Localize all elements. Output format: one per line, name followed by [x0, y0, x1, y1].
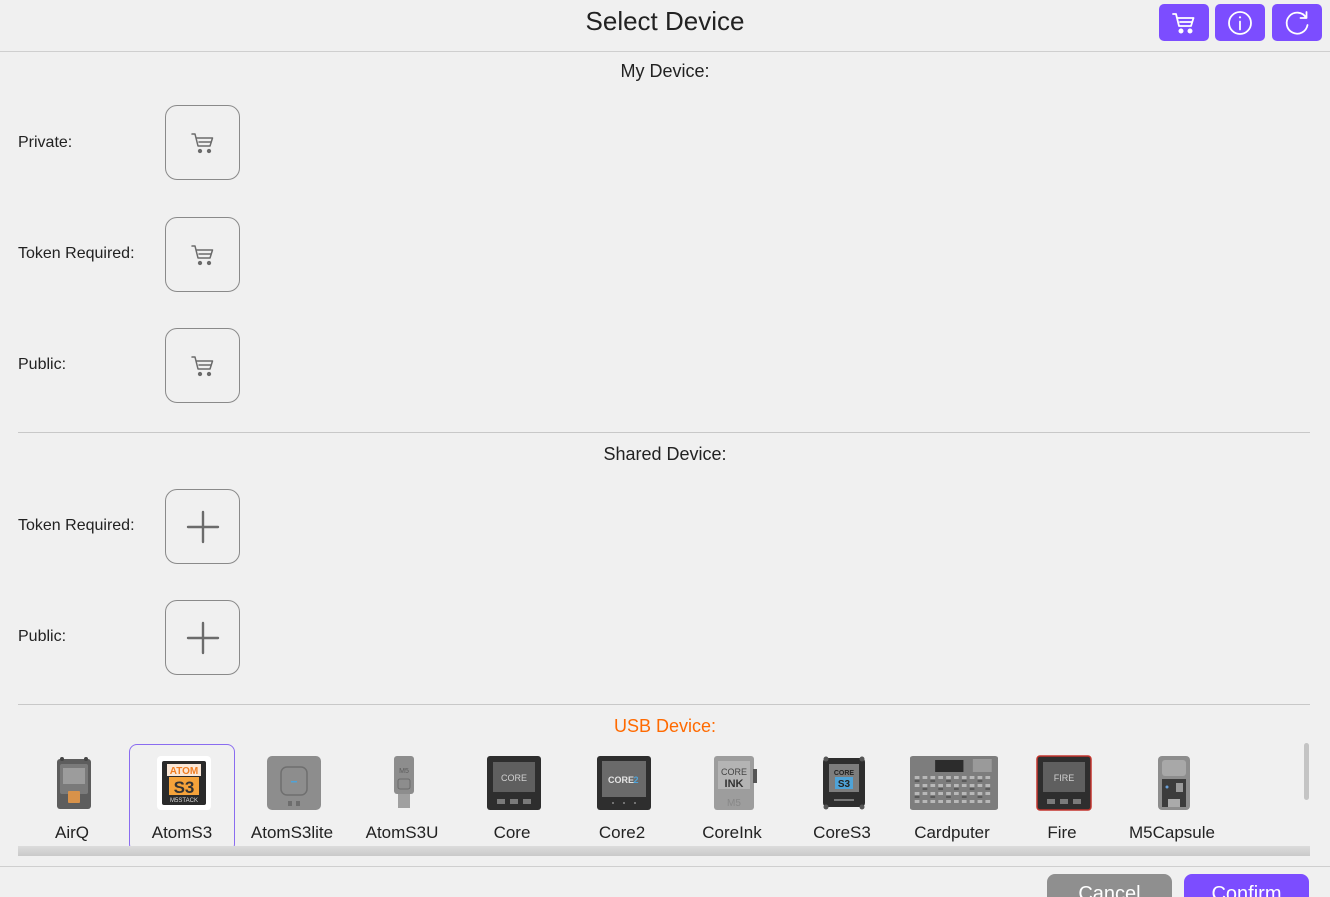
add-public-device-button[interactable] — [165, 600, 240, 675]
refresh-icon — [1285, 10, 1309, 34]
divider — [18, 704, 1310, 705]
core-screen-text: CORE — [501, 773, 527, 783]
device-m5capsule[interactable]: M5Capsule — [1119, 744, 1225, 852]
device-label: AtomS3 — [151, 823, 213, 842]
m5capsule-device-icon — [1158, 756, 1190, 810]
cardputer-device-icon — [910, 756, 998, 810]
device-label: CoreInk — [702, 823, 762, 842]
device-core[interactable]: CORE Core — [459, 744, 565, 852]
cart-icon — [1172, 12, 1195, 33]
confirm-button[interactable]: Confirm — [1184, 874, 1309, 897]
info-button[interactable] — [1215, 4, 1265, 41]
device-label: Core2 — [598, 823, 646, 842]
cart-icon — [190, 355, 213, 376]
fire-device-icon: FIRE — [1036, 755, 1092, 811]
device-label: Cardputer — [914, 823, 990, 842]
coreink-bottom-text: INK — [725, 778, 744, 790]
device-label: M5Capsule — [1129, 823, 1215, 842]
page-title: Select Device — [585, 6, 745, 36]
device-label: AtomS3lite — [250, 823, 334, 842]
cores3-top-text: CORE — [834, 770, 855, 777]
coreink-logo-text: M5 — [727, 798, 741, 809]
atoms3-brand-text: ATOM — [170, 766, 199, 777]
my-device-title: My Device: — [620, 61, 710, 81]
core-device-icon: CORE — [487, 756, 541, 810]
atoms3lite-device-icon — [267, 756, 321, 810]
atoms3-maker-text: M5STACK — [170, 798, 198, 804]
atoms3-model-text: S3 — [174, 778, 195, 797]
device-airq[interactable]: AirQ — [19, 744, 125, 852]
device-fire[interactable]: FIRE Fire — [1009, 744, 1115, 852]
footer-divider — [0, 866, 1330, 867]
private-label: Private: — [18, 134, 73, 151]
cores3-device-icon: CORE S3 — [823, 756, 865, 810]
device-label: Fire — [1047, 823, 1077, 842]
device-label: AirQ — [55, 823, 89, 842]
vertical-scrollbar[interactable] — [1304, 743, 1309, 800]
shop-button[interactable] — [1159, 4, 1209, 41]
fire-screen-text: FIRE — [1054, 773, 1075, 783]
shared-device-title: Shared Device: — [603, 444, 727, 464]
device-core2[interactable]: CORE 2 Core2 — [569, 744, 675, 852]
public-label: Public: — [18, 356, 67, 373]
header: Select Device — [0, 0, 1330, 52]
plus-icon — [186, 510, 219, 543]
core2-screen-text: CORE — [608, 775, 634, 785]
info-icon — [1228, 10, 1252, 35]
core2-device-icon: CORE 2 — [597, 756, 651, 810]
cart-icon — [190, 244, 213, 265]
device-cardputer[interactable]: Cardputer — [899, 744, 1005, 852]
refresh-button[interactable] — [1272, 4, 1322, 41]
atoms3u-mark-text: M5 — [399, 768, 409, 775]
usb-device-list: AirQ ATOM S3 M5STACK AtomS3 AtomS3lite M… — [18, 742, 1310, 856]
public-shop-button[interactable] — [165, 328, 240, 403]
airq-device-icon — [57, 757, 91, 809]
shared-token-required-label: Token Required: — [18, 517, 135, 534]
horizontal-scrollbar[interactable] — [18, 846, 1310, 856]
token-required-shop-button[interactable] — [165, 217, 240, 292]
atoms3-device-icon: ATOM S3 M5STACK — [157, 756, 211, 810]
core2-suffix-text: 2 — [633, 775, 638, 785]
add-token-device-button[interactable] — [165, 489, 240, 564]
divider — [18, 432, 1310, 433]
cart-icon — [190, 132, 213, 153]
shared-public-label: Public: — [18, 628, 67, 645]
usb-device-title: USB Device: — [613, 716, 717, 736]
device-label: CoreS3 — [813, 823, 871, 842]
device-cores3[interactable]: CORE S3 CoreS3 — [789, 744, 895, 852]
device-atoms3u[interactable]: M5 AtomS3U — [349, 744, 455, 852]
private-shop-button[interactable] — [165, 105, 240, 180]
coreink-top-text: CORE — [721, 767, 747, 777]
token-required-label: Token Required: — [18, 245, 135, 262]
cancel-button[interactable]: Cancel — [1047, 874, 1172, 897]
atoms3u-device-icon: M5 — [394, 756, 414, 808]
device-coreink[interactable]: CORE INK M5 CoreInk — [679, 744, 785, 852]
device-atoms3[interactable]: ATOM S3 M5STACK AtomS3 — [129, 744, 235, 852]
device-label: AtomS3U — [365, 823, 439, 842]
device-atoms3lite[interactable]: AtomS3lite — [239, 744, 345, 852]
coreink-device-icon: CORE INK M5 — [714, 756, 757, 810]
plus-icon — [186, 621, 219, 654]
device-label: Core — [493, 823, 531, 842]
cores3-bottom-text: S3 — [838, 779, 851, 790]
